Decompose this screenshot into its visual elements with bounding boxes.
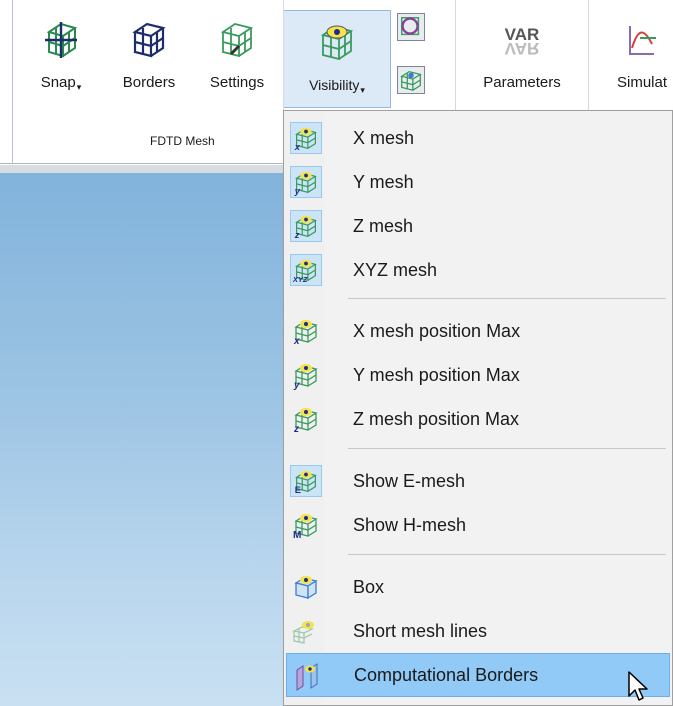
snap-label: Snap [40, 74, 76, 91]
mouse-pointer-icon [628, 671, 648, 701]
menu-item-y-mesh-position-max[interactable]: y Y mesh position Max [286, 353, 670, 397]
menu-item-x-mesh-position-max[interactable]: x X mesh position Max [286, 309, 670, 353]
menu-item-z-mesh[interactable]: z Z mesh [286, 204, 670, 248]
ribbon-edge [12, 0, 13, 164]
menu-separator [348, 298, 666, 299]
svg-text:z: z [294, 230, 300, 240]
var-parameters-icon: VAR VAR [505, 25, 540, 58]
z-mesh-position-icon: z [293, 408, 318, 435]
menu-separator [348, 554, 666, 555]
h-mesh-icon: M [293, 514, 318, 541]
y-mesh-icon: y [290, 166, 322, 198]
simulate-icon [629, 26, 656, 55]
menu-item-short-mesh-lines[interactable]: Short mesh lines [286, 609, 670, 653]
svg-text:x: x [294, 142, 301, 152]
borders-button[interactable]: Borders [106, 4, 192, 104]
var-reflection-text: VAR [505, 39, 540, 58]
menu-item-label: XYZ mesh [353, 259, 438, 280]
parameters-button[interactable]: VAR VAR Parameters [458, 4, 586, 104]
menu-item-label: Z mesh [353, 215, 414, 236]
chevron-down-icon: ▾ [76, 82, 82, 92]
z-mesh-icon: z [290, 210, 322, 242]
visibility-label: Visibility [309, 77, 360, 93]
svg-text:y: y [294, 186, 301, 196]
menu-item-label: X mesh [353, 127, 415, 148]
group-label: FDTD Mesh [150, 134, 215, 148]
menu-item-label: Y mesh [353, 171, 414, 192]
ring-view-button[interactable] [397, 13, 425, 41]
menu-item-label: Computational Borders [354, 664, 539, 685]
visibility-menu: x X mesh y Y mesh z Z mesh XYZ XYZ mesh [283, 110, 673, 706]
menu-item-computational-borders[interactable]: Computational Borders [286, 653, 670, 697]
x-mesh-position-icon: x [293, 320, 318, 347]
ring-view-icon [401, 17, 420, 36]
snap-button[interactable]: Snap▾ [18, 4, 104, 104]
box-icon [294, 576, 318, 600]
svg-text:M: M [293, 530, 301, 541]
menu-item-label: Box [353, 576, 385, 597]
menu-item-show-h-mesh[interactable]: M Show H-mesh [286, 503, 670, 547]
chevron-down-icon: ▾ [360, 85, 365, 95]
parameters-label: Parameters [483, 74, 561, 91]
mesh-settings-icon [220, 23, 254, 58]
ribbon-divider [455, 0, 456, 110]
menu-item-label: Y mesh position Max [353, 364, 520, 385]
ribbon-divider [588, 0, 589, 110]
simulate-label: Simulat [616, 74, 668, 91]
menu-item-box[interactable]: Box [286, 565, 670, 609]
svg-text:E: E [295, 485, 301, 495]
menu-item-label: Show E-mesh [353, 470, 466, 491]
menu-item-x-mesh[interactable]: x X mesh [286, 116, 670, 160]
short-mesh-lines-icon [292, 621, 314, 644]
mesh-visibility-icon [320, 25, 354, 61]
settings-button[interactable]: Settings [194, 4, 280, 104]
borders-label: Borders [122, 74, 176, 91]
borders-mesh-icon [132, 22, 166, 58]
svg-text:XYZ: XYZ [292, 275, 308, 284]
svg-text:z: z [293, 424, 299, 435]
computational-borders-icon [296, 663, 318, 691]
svg-text:x: x [293, 336, 300, 347]
svg-text:y: y [293, 380, 300, 391]
x-mesh-icon: x [290, 122, 322, 154]
snap-mesh-icon [45, 22, 78, 58]
visibility-button[interactable]: Visibility▾ [283, 10, 391, 108]
menu-item-show-e-mesh[interactable]: E Show E-mesh [286, 459, 670, 503]
menu-item-z-mesh-position-max[interactable]: z Z mesh position Max [286, 397, 670, 441]
e-mesh-icon: E [290, 465, 322, 497]
simulate-button[interactable]: Simulat [592, 4, 673, 104]
menu-item-xyz-mesh[interactable]: XYZ XYZ mesh [286, 248, 670, 292]
mesh-view-button[interactable] [397, 66, 425, 94]
menu-item-y-mesh[interactable]: y Y mesh [286, 160, 670, 204]
menu-item-label: Short mesh lines [353, 620, 488, 641]
settings-label: Settings [209, 74, 265, 91]
menu-item-label: Z mesh position Max [353, 408, 520, 429]
canvas-header [0, 165, 285, 173]
xyz-mesh-icon: XYZ [290, 254, 322, 286]
menu-item-label: X mesh position Max [353, 320, 521, 341]
viewport-canvas[interactable] [0, 173, 285, 706]
menu-item-label: Show H-mesh [353, 514, 467, 535]
y-mesh-position-icon: y [293, 364, 318, 391]
menu-separator [348, 448, 666, 449]
mesh-view-icon [400, 70, 422, 92]
